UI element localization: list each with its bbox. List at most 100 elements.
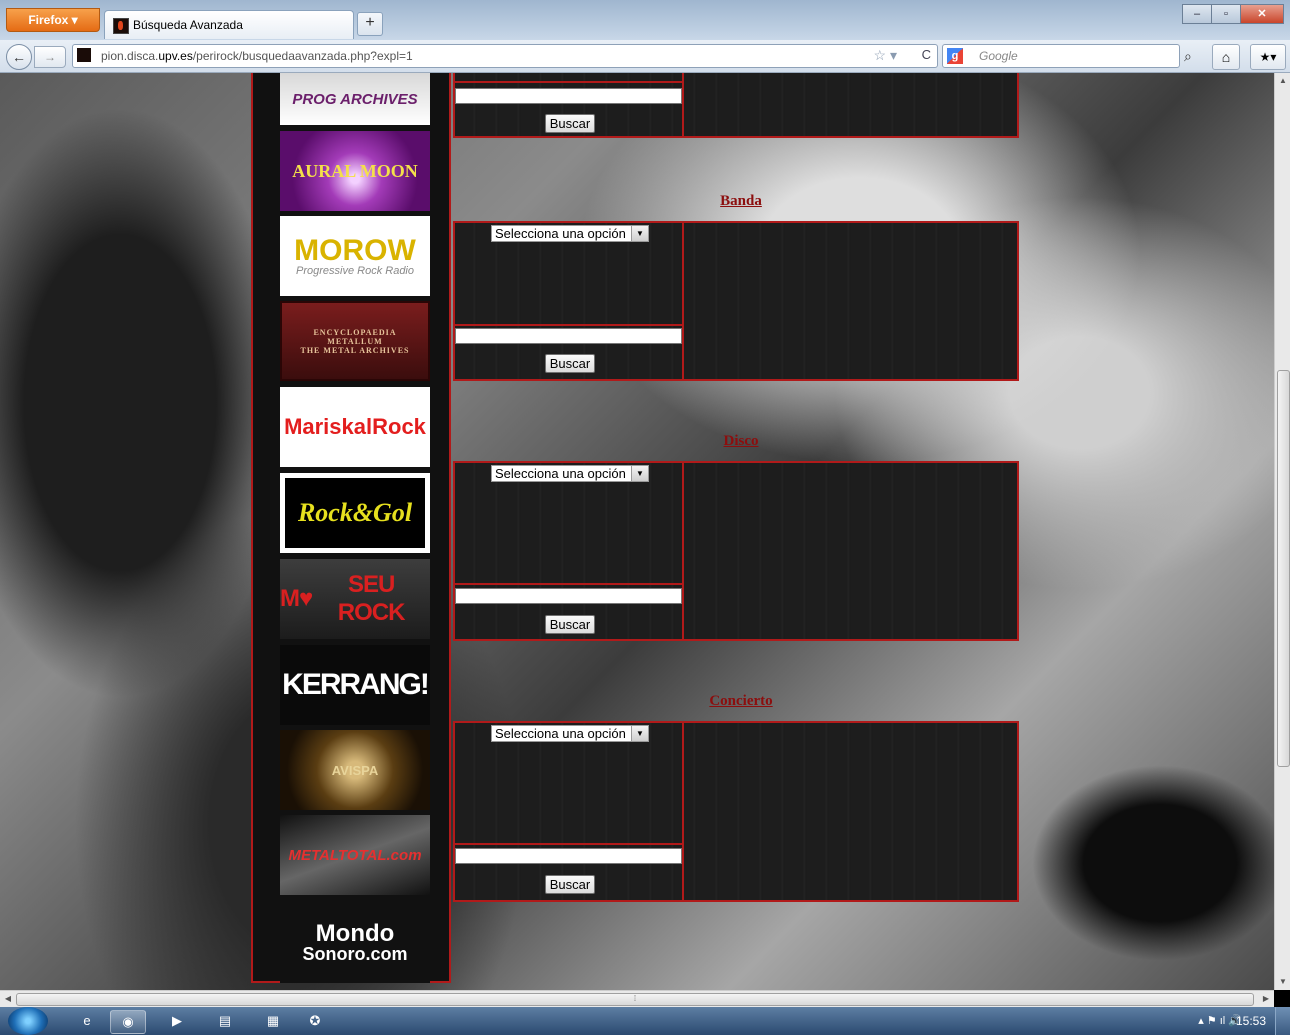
banner-text: METALTOTAL (288, 846, 387, 864)
search-panel-banda: Selecciona una opción ▼ Buscar (453, 221, 1019, 381)
panel-left-box: Buscar (455, 73, 684, 136)
banner-text: M (280, 585, 300, 612)
avispa-banner[interactable]: AVISPA (280, 730, 430, 810)
banner-text: KERRANG! (282, 668, 430, 701)
close-button[interactable]: ✕ (1240, 4, 1284, 24)
disco-select[interactable]: Selecciona una opción ▼ (491, 465, 649, 482)
select-value: Selecciona una opción (495, 466, 626, 481)
address-bar[interactable]: pion.disca.upv.es/perirock/busquedaavanz… (72, 44, 938, 68)
taskbar-clock[interactable]: 15:53 (1236, 1014, 1266, 1028)
search-panel-top: Buscar (453, 73, 1019, 138)
notepad-icon[interactable]: ▦ (256, 1010, 290, 1032)
metaltotal-banner[interactable]: METALTOTAL .com (280, 815, 430, 895)
firefox-menu-label: Firefox (28, 13, 69, 27)
home-button[interactable]: ⌂ (1212, 44, 1240, 70)
metal-archives-banner[interactable]: ENCYCLOPAEDIA METALLUM THE METAL ARCHIVES (280, 301, 430, 381)
title-bar: Firefox ▾ Búsqueda Avanzada + – ▫ ✕ (0, 0, 1290, 40)
disco-search-button[interactable]: Buscar (545, 615, 595, 634)
panel-left-box: Selecciona una opción ▼ Buscar (455, 723, 684, 900)
panel-left-top (455, 73, 682, 83)
scroll-up-icon[interactable]: ▲ (1275, 73, 1290, 89)
tab-busqueda-avanzada[interactable]: Búsqueda Avanzada (104, 10, 354, 39)
concierto-select[interactable]: Selecciona una opción ▼ (491, 725, 649, 742)
vertical-scroll-thumb[interactable] (1277, 370, 1290, 767)
show-desktop-button[interactable] (1275, 1007, 1290, 1035)
site-identity-icon[interactable] (77, 48, 91, 62)
scroll-down-icon[interactable]: ▼ (1275, 974, 1290, 990)
banner-line: ENCYCLOPAEDIA (313, 327, 397, 337)
url-path: /perirock/busquedaavanzada.php?expl=1 (192, 49, 413, 63)
banner-text: Mariskal (284, 414, 373, 439)
scroll-right-icon[interactable]: ▶ (1258, 991, 1274, 1007)
firefox-taskbar-icon[interactable]: ◉ (110, 1010, 146, 1034)
media-player-icon[interactable]: ▶ (160, 1010, 194, 1032)
select-value: Selecciona una opción (495, 226, 626, 241)
banner-text: PROG ARCHIVES (292, 90, 418, 108)
search-button[interactable]: Buscar (545, 114, 595, 133)
back-button[interactable]: ← (6, 44, 32, 70)
search-placeholder: Google (979, 49, 1018, 63)
navigation-bar: ← → pion.disca.upv.es/perirock/busquedaa… (0, 40, 1290, 73)
aural-moon-banner[interactable]: AURAL MOON (280, 131, 430, 211)
bookmarks-button[interactable]: ★▾ (1250, 44, 1286, 70)
app-icon[interactable]: ✪ (298, 1010, 332, 1032)
kerrang-banner[interactable]: KERRANG! (280, 645, 430, 725)
mariskal-rock-banner[interactable]: Mariskal Rock (280, 387, 430, 467)
horizontal-scroll-thumb[interactable]: ⁞ (16, 993, 1254, 1006)
search-panel-disco: Selecciona una opción ▼ Buscar (453, 461, 1019, 641)
morow-banner[interactable]: MOROW Progressive Rock Radio (280, 216, 430, 296)
search-panel-concierto: Selecciona una opción ▼ Buscar (453, 721, 1019, 902)
progarchives-banner[interactable]: PROG ARCHIVES (280, 73, 430, 125)
mondo-sonoro-banner[interactable]: Mondo Sonoro.com (280, 903, 430, 983)
sidebar-links: PROG ARCHIVES AURAL MOON MOROW Progressiv… (251, 73, 451, 983)
heart-icon: ♥ (299, 585, 313, 612)
disco-text-input[interactable] (455, 588, 682, 604)
banda-search-button[interactable]: Buscar (545, 354, 595, 373)
rock-gol-banner[interactable]: Rock&Gol (280, 473, 430, 553)
concierto-search-button[interactable]: Buscar (545, 875, 595, 894)
concierto-text-input[interactable] (455, 848, 682, 864)
horizontal-scrollbar[interactable]: ◀ ⁞ ▶ (0, 990, 1274, 1007)
search-bar[interactable]: g Google (942, 44, 1180, 68)
scroll-left-icon[interactable]: ◀ (0, 991, 16, 1007)
reload-icon[interactable]: C (922, 47, 931, 62)
banner-line: Mondo (315, 920, 395, 948)
new-tab-button[interactable]: + (357, 12, 383, 36)
banda-select[interactable]: Selecciona una opción ▼ (491, 225, 649, 242)
bookmark-star-icon[interactable]: ☆ ▾ (874, 47, 897, 64)
section-title-concierto[interactable]: Concierto (641, 693, 841, 710)
search-icon[interactable]: ⌕ (1184, 48, 1192, 65)
select-value: Selecciona una opción (495, 726, 626, 741)
favicon-icon (113, 18, 129, 34)
section-title-banda[interactable]: Banda (641, 193, 841, 210)
search-text-input[interactable] (455, 88, 682, 104)
url-prefix: pion.disca. (101, 49, 159, 63)
internet-explorer-icon[interactable]: e (70, 1010, 104, 1032)
banner-text: Rock&Gol (297, 498, 413, 527)
panel-left-top: Selecciona una opción ▼ (455, 463, 682, 585)
back-forward-group: ← → (6, 44, 66, 70)
museu-rock-banner[interactable]: M ♥ SEU ROCK (280, 559, 430, 639)
banner-line: THE METAL ARCHIVES (300, 345, 410, 355)
maximize-button[interactable]: ▫ (1211, 4, 1241, 24)
banner-text: SEU ROCK (337, 571, 406, 626)
window-controls: – ▫ ✕ (1182, 4, 1284, 24)
banda-text-input[interactable] (455, 328, 682, 344)
section-title-disco[interactable]: Disco (641, 433, 841, 450)
banner-subtext: Progressive Rock Radio (296, 264, 414, 277)
windows-taskbar: e ◉ ▶ ▤ ▦ ✪ ▴ ⚑ ıl 🔊 15:53 (0, 1007, 1290, 1035)
page-viewport: PROG ARCHIVES AURAL MOON MOROW Progressiv… (0, 73, 1274, 990)
vertical-scrollbar[interactable]: ▲ ▼ (1274, 73, 1290, 990)
tab-title: Búsqueda Avanzada (133, 18, 243, 32)
panel-left-box: Selecciona una opción ▼ Buscar (455, 463, 684, 639)
banner-text: AURAL MOON (292, 160, 418, 181)
start-button[interactable] (8, 1007, 48, 1035)
forward-button[interactable]: → (34, 46, 66, 68)
firefox-menu-button[interactable]: Firefox ▾ (6, 8, 100, 32)
google-icon[interactable]: g (947, 48, 963, 64)
banner-text: MOROW (294, 233, 416, 267)
minimize-button[interactable]: – (1182, 4, 1212, 24)
file-explorer-icon[interactable]: ▤ (208, 1010, 242, 1032)
panel-left-box: Selecciona una opción ▼ Buscar (455, 223, 684, 379)
url-text: pion.disca.upv.es/perirock/busquedaavanz… (101, 49, 413, 63)
